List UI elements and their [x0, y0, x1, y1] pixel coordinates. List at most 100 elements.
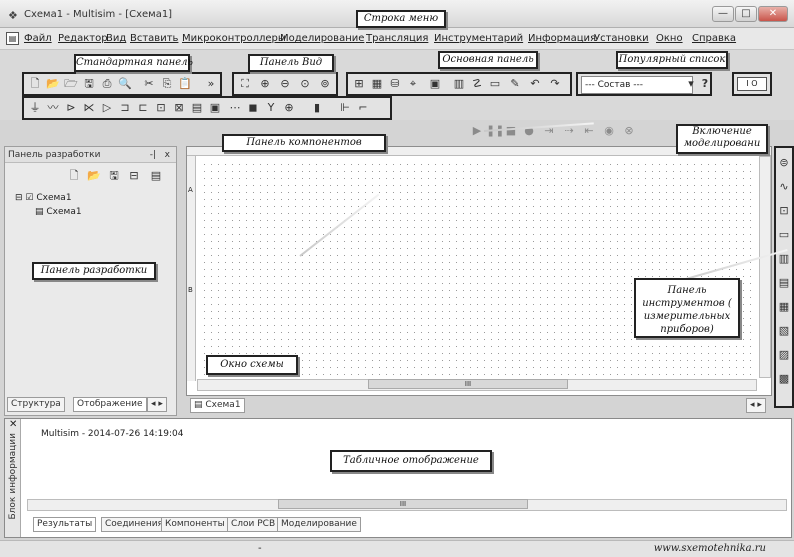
toolbar-overflow-icon[interactable]: » [204, 77, 218, 91]
hscroll-thumb[interactable]: III [368, 379, 568, 389]
function-generator-icon[interactable]: ∿ [777, 180, 791, 194]
bus-icon[interactable]: ⌐ [356, 101, 370, 115]
minimize-button[interactable]: — [712, 6, 734, 22]
help-icon[interactable]: ? [698, 77, 712, 91]
tree-expand-icon[interactable]: ⊟ [15, 193, 23, 203]
tab-hierarchy[interactable]: Структура [7, 397, 65, 412]
misc-digital-icon[interactable]: ⊡ [154, 101, 168, 115]
zoom-fit-icon[interactable]: ⊚ [318, 77, 332, 91]
menu-window[interactable]: Окно [656, 33, 683, 44]
ttl-icon[interactable]: ⊐ [118, 101, 132, 115]
bode-plotter-icon[interactable]: ▥ [777, 252, 791, 266]
tree-child[interactable]: ▤ Схема1 [35, 207, 82, 217]
design-toolbox-icon[interactable]: ⊞ [352, 77, 366, 91]
misc-icon[interactable]: ⋯ [228, 101, 242, 115]
transistor-icon[interactable]: ⋉ [82, 101, 96, 115]
zoom-in-icon[interactable]: ⊕ [258, 77, 272, 91]
toolbox-open-icon[interactable]: 📂 [87, 169, 101, 183]
dropdown-arrow-icon[interactable]: ▾ [684, 77, 698, 91]
tab-visibility[interactable]: Отображение [73, 397, 147, 412]
menu-simulation[interactable]: Моделирование [280, 33, 364, 44]
cut-icon[interactable]: ✂ [142, 77, 156, 91]
basic-icon[interactable]: 〰 [46, 101, 60, 115]
indicator-icon[interactable]: ▤ [190, 101, 204, 115]
tab-nets[interactable]: Соединения [101, 517, 167, 532]
tab-schematic[interactable]: ▤ Схема1 [190, 398, 245, 413]
zoom-area-icon[interactable]: ⊙ [298, 77, 312, 91]
in-use-list-select[interactable]: --- Состав --- [581, 76, 693, 94]
paste-icon[interactable]: 📋 [178, 77, 192, 91]
zoom-out-icon[interactable]: ⊖ [278, 77, 292, 91]
cmos-icon[interactable]: ⊏ [136, 101, 150, 115]
new-file-icon[interactable]: 🗋 [28, 77, 42, 91]
postprocessor-icon[interactable]: ▥ [452, 77, 466, 91]
print-preview-icon[interactable]: 🔍 [118, 77, 132, 91]
breakpoint-icon[interactable]: ◉ [602, 124, 616, 138]
menu-edit[interactable]: Редактор [58, 33, 108, 44]
menu-view[interactable]: Вид [106, 33, 126, 44]
rf-icon[interactable]: Y [264, 101, 278, 115]
document-menu-icon[interactable]: ▤ [6, 32, 19, 45]
menu-transfer[interactable]: Трансляция [366, 33, 428, 44]
oscilloscope-icon[interactable]: ▭ [777, 228, 791, 242]
erc-icon[interactable]: ☡ [470, 77, 484, 91]
diode-icon[interactable]: ⊳ [64, 101, 78, 115]
advanced-peripherals-icon[interactable]: ◼ [246, 101, 260, 115]
wattmeter-icon[interactable]: ⊡ [777, 204, 791, 218]
tab-components[interactable]: Компоненты [161, 517, 229, 532]
source-icon[interactable]: ⏚ [28, 101, 42, 115]
open-folder-icon[interactable]: 📂 [46, 77, 60, 91]
menu-help[interactable]: Справка [692, 33, 736, 44]
spreadsheet-view-icon[interactable]: ▦ [370, 77, 384, 91]
power-component-icon[interactable]: ▣ [208, 101, 222, 115]
stop-icon[interactable]: ■ [504, 124, 518, 138]
open-sample-icon[interactable]: 🗁 [64, 77, 78, 91]
mixed-icon[interactable]: ⊠ [172, 101, 186, 115]
panel-close-icon[interactable]: x [165, 147, 170, 163]
frequency-counter-icon[interactable]: ▤ [777, 276, 791, 290]
tab-scroll-arrows[interactable]: ◂ ▸ [746, 398, 766, 413]
spreadsheet-close-icon[interactable]: ✕ [9, 419, 17, 430]
word-generator-icon[interactable]: ▦ [777, 300, 791, 314]
menu-reports[interactable]: Информация [528, 33, 596, 44]
grapher-icon[interactable]: ▣ [428, 77, 442, 91]
toolbox-rename-icon[interactable]: ▤ [149, 169, 163, 183]
analog-icon[interactable]: ▷ [100, 101, 114, 115]
menu-insert[interactable]: Вставить [130, 33, 178, 44]
spreadsheet-hscroll[interactable]: III [27, 499, 787, 511]
run-icon[interactable]: ▶ [470, 124, 484, 138]
ultiboard-icon[interactable]: ▭ [488, 77, 502, 91]
sim-switch-toggle[interactable]: I O [737, 77, 767, 91]
backannotate-icon[interactable]: ↶ [528, 77, 542, 91]
remove-breakpoints-icon[interactable]: ⊗ [622, 124, 636, 138]
multimeter-icon[interactable]: ⊜ [777, 156, 791, 170]
tab-nav-arrows[interactable]: ◂ ▸ [147, 397, 167, 412]
tab-simulation[interactable]: Моделирование [277, 517, 361, 532]
multisim-app-icon[interactable]: ❖ [8, 9, 18, 22]
create-component-icon[interactable]: ⌖ [406, 77, 420, 91]
annotation-icon[interactable]: ✎ [508, 77, 522, 91]
schematic-vscroll[interactable] [759, 156, 771, 378]
step-out-icon[interactable]: ⇤ [582, 124, 596, 138]
tab-pcb-layers[interactable]: Слои PCB [227, 517, 280, 532]
print-icon[interactable]: ⎙ [100, 77, 114, 91]
logic-analyzer-icon[interactable]: ▧ [777, 324, 791, 338]
schematic-hscroll[interactable]: III [197, 379, 757, 391]
menu-file[interactable]: Файл [24, 33, 52, 44]
iv-analyzer-icon[interactable]: ▩ [777, 372, 791, 386]
toolbox-close-icon[interactable]: ⊟ [127, 169, 141, 183]
maximize-button[interactable]: □ [735, 6, 757, 22]
forward-annotate-icon[interactable]: ↷ [548, 77, 562, 91]
spreadsheet-scroll-thumb[interactable]: III [278, 499, 528, 509]
tree-root[interactable]: ⊟ ☑ Схема1 [15, 193, 72, 203]
schematic-grid[interactable] [201, 161, 756, 376]
copy-icon[interactable]: ⎘ [160, 77, 174, 91]
fullscreen-icon[interactable]: ⛶ [238, 77, 252, 91]
tab-results[interactable]: Результаты [33, 517, 97, 532]
toolbox-new-icon[interactable]: 🗋 [67, 169, 81, 183]
electromechanical-icon[interactable]: ⊕ [282, 101, 296, 115]
close-button[interactable]: ✕ [758, 6, 788, 22]
mcu-icon[interactable]: ▮ [310, 101, 324, 115]
menu-tools[interactable]: Инструментарий [434, 33, 523, 44]
hierarchical-block-icon[interactable]: ⊩ [338, 101, 352, 115]
